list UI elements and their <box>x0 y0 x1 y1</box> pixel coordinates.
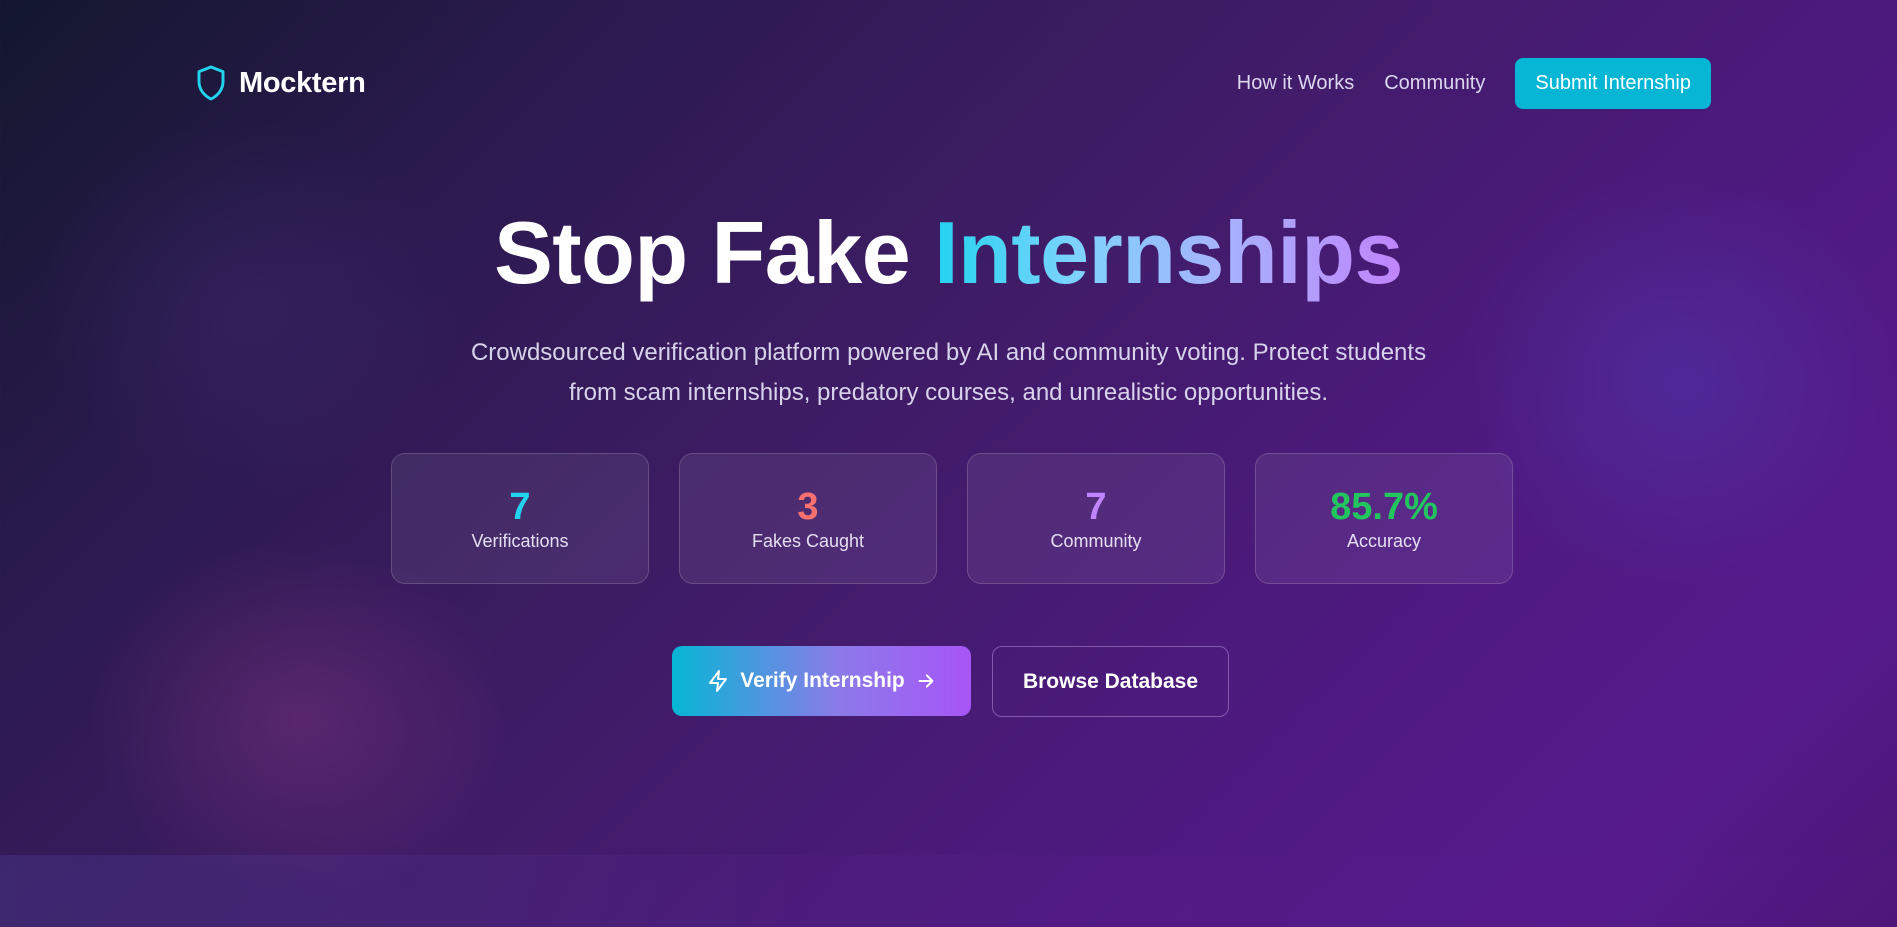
stat-value: 3 <box>797 486 819 528</box>
stats-row: 7 Verifications 3 Fakes Caught 7 Communi… <box>391 453 1513 584</box>
stat-label: Accuracy <box>1346 531 1422 551</box>
cta-group: Verify Internship Browse Database <box>672 646 1229 717</box>
main-nav: How it Works Community Submit Internship <box>1237 58 1711 109</box>
stat-card-fakes-caught: 3 Fakes Caught <box>679 453 937 584</box>
brand-logo[interactable]: Mocktern <box>195 64 366 102</box>
hero-title-plain: Stop Fake <box>494 203 911 302</box>
hero-description: Crowdsourced verification platform power… <box>470 339 1427 406</box>
nav-link-how-it-works[interactable]: How it Works <box>1237 72 1354 95</box>
stat-label: Fakes Caught <box>751 531 865 551</box>
verify-internship-label: Verify Internship <box>740 669 905 692</box>
hero-title-accent: Internships <box>934 203 1403 302</box>
arrow-right-icon <box>915 670 937 692</box>
background-glow <box>90 540 510 900</box>
stat-card-verifications: 7 Verifications <box>391 453 649 584</box>
nav-link-community[interactable]: Community <box>1384 72 1485 95</box>
shield-icon <box>195 64 227 102</box>
stat-value: 85.7% <box>1330 486 1438 528</box>
stat-card-community: 7 Community <box>967 453 1225 584</box>
bottom-band <box>0 855 1897 927</box>
brand-name: Mocktern <box>239 66 366 99</box>
browse-database-button[interactable]: Browse Database <box>992 646 1229 717</box>
stat-card-accuracy: 85.7% Accuracy <box>1255 453 1513 584</box>
stat-value: 7 <box>1085 486 1107 528</box>
verify-internship-button[interactable]: Verify Internship <box>672 646 971 716</box>
site-header: Mocktern How it Works Community Submit I… <box>0 0 1897 170</box>
submit-internship-button[interactable]: Submit Internship <box>1515 58 1711 109</box>
zap-icon <box>706 668 730 694</box>
hero-title: Stop Fake Internships <box>0 198 1897 308</box>
stat-label: Verifications <box>471 531 569 551</box>
stat-label: Community <box>1050 531 1142 551</box>
background-glow <box>40 120 460 500</box>
stat-value: 7 <box>509 486 531 528</box>
